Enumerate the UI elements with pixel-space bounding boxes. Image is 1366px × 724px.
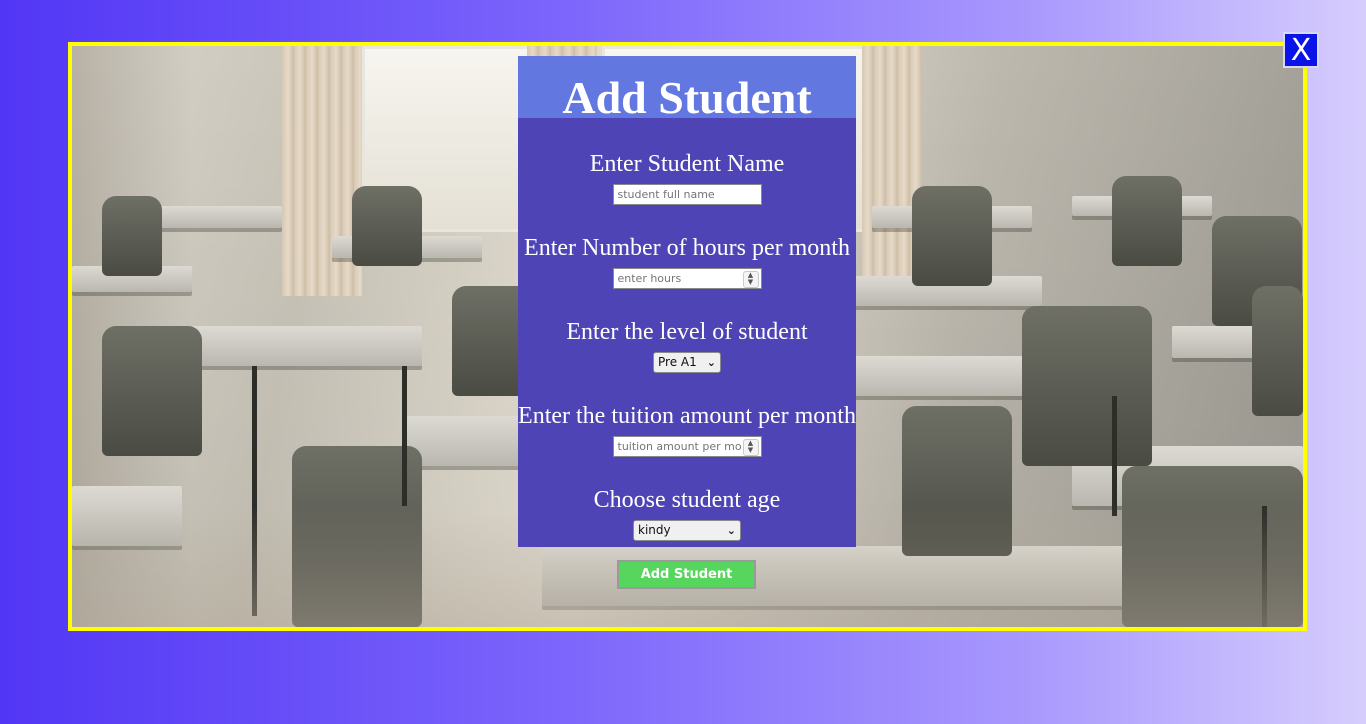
age-selected-value: kindy xyxy=(638,523,671,537)
hours-placeholder: enter hours xyxy=(617,272,682,285)
chair xyxy=(102,326,202,456)
close-button[interactable]: X xyxy=(1283,32,1319,68)
age-select[interactable]: kindy ⌄ xyxy=(633,520,741,541)
tuition-placeholder: tuition amount per mo xyxy=(617,440,742,453)
student-name-input[interactable]: student full name xyxy=(612,184,762,205)
hours-field-group: Enter Number of hours per month enter ho… xyxy=(518,234,856,289)
tuition-field-group: Enter the tuition amount per month tuiti… xyxy=(518,402,856,457)
level-field-group: Enter the level of student Pre A1 ⌄ xyxy=(518,318,856,373)
chair xyxy=(1252,286,1303,416)
student-name-label: Enter Student Name xyxy=(589,151,785,177)
desk-leg xyxy=(402,366,407,506)
age-label: Choose student age xyxy=(593,487,781,513)
add-student-form: Add Student Enter Student Name student f… xyxy=(518,56,856,547)
chair xyxy=(352,186,422,266)
chair xyxy=(1022,306,1152,466)
level-selected-value: Pre A1 xyxy=(658,355,697,369)
hours-input[interactable]: enter hours ▲ ▼ xyxy=(612,268,762,289)
add-student-button[interactable]: Add Student xyxy=(617,560,756,589)
tuition-label: Enter the tuition amount per month xyxy=(518,403,856,429)
level-label: Enter the level of student xyxy=(566,319,808,345)
desk-leg xyxy=(1112,396,1117,516)
form-title: Add Student xyxy=(518,56,856,118)
age-field-group: Choose student age kindy ⌄ xyxy=(518,486,856,541)
spinner-arrows-icon[interactable]: ▲ ▼ xyxy=(742,439,759,456)
student-name-field-group: Enter Student Name student full name xyxy=(518,150,856,205)
chair xyxy=(1112,176,1182,266)
chevron-down-icon: ⌄ xyxy=(726,524,736,537)
desk xyxy=(142,206,282,228)
level-select[interactable]: Pre A1 ⌄ xyxy=(653,352,721,373)
student-name-placeholder: student full name xyxy=(617,188,715,201)
tuition-input[interactable]: tuition amount per mo ▲ ▼ xyxy=(612,436,762,457)
curtain xyxy=(282,46,362,296)
chair xyxy=(102,196,162,276)
close-icon: X xyxy=(1290,33,1312,68)
chevron-down-icon: ⌄ xyxy=(706,356,716,369)
spinner-arrows-icon[interactable]: ▲ ▼ xyxy=(742,271,759,288)
desk xyxy=(192,326,422,366)
hours-label: Enter Number of hours per month xyxy=(524,235,850,261)
chair xyxy=(912,186,992,286)
